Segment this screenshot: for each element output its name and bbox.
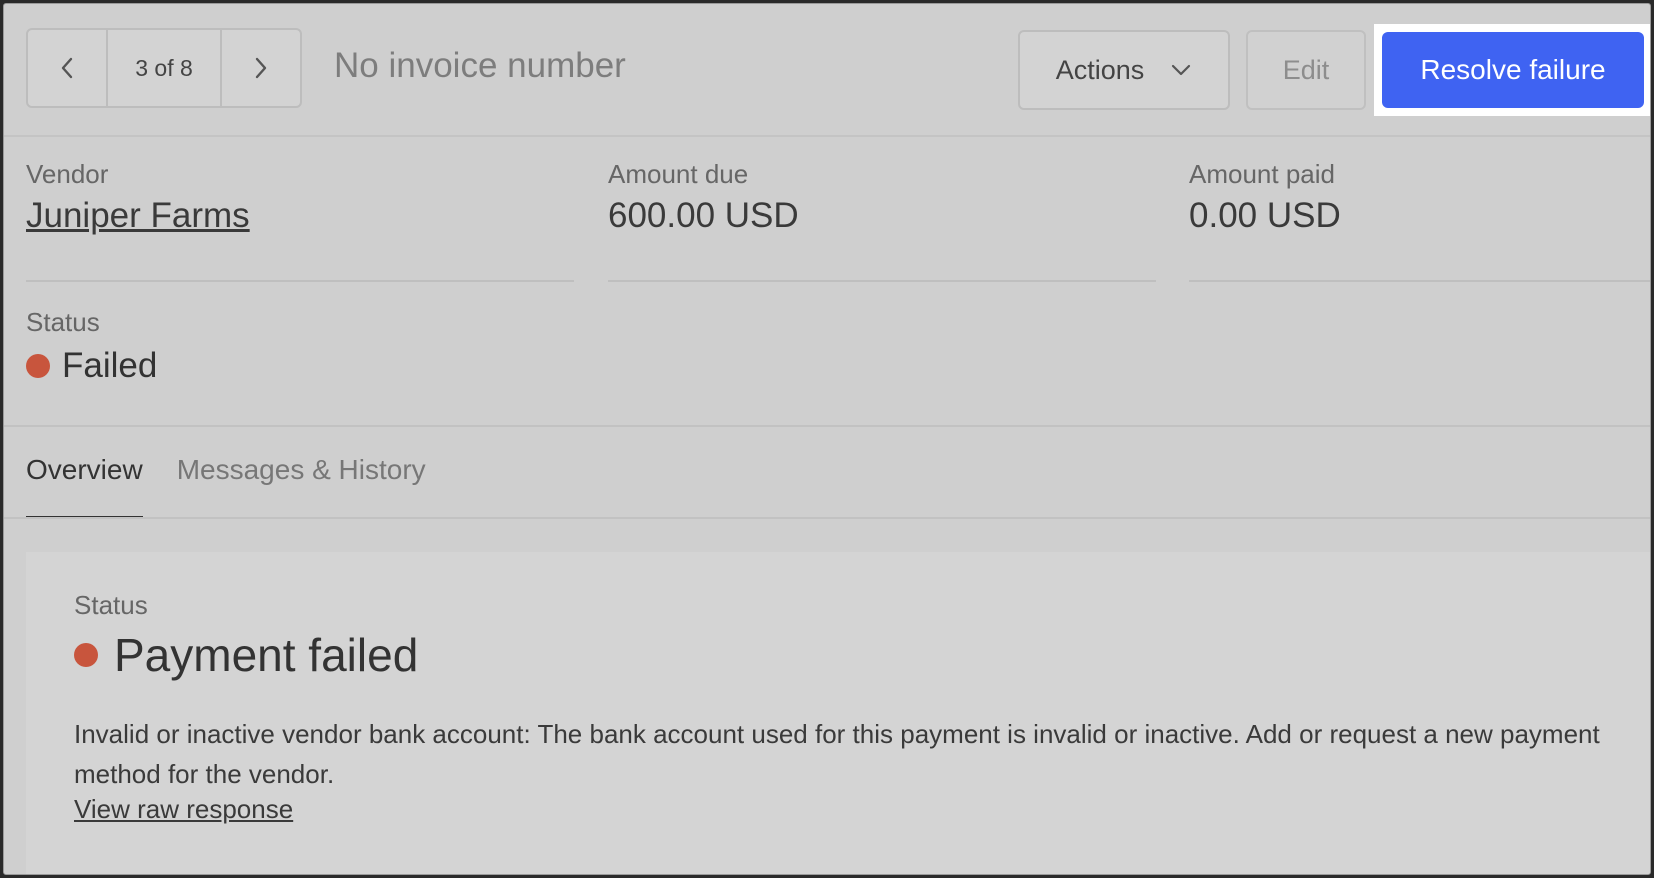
amount-due-value: 600.00 USD [608,196,799,235]
resolve-failure-button[interactable]: Resolve failure [1382,32,1644,108]
tab-messages-history[interactable]: Messages & History [177,454,426,519]
overview-status-label: Status [74,590,148,620]
status-badge: Failed [26,346,157,386]
vendor-link[interactable]: Juniper Farms [26,196,250,236]
divider [1189,280,1650,282]
chevron-right-icon [255,57,267,79]
status-field: Status Failed [26,307,157,386]
previous-button[interactable] [28,30,106,106]
tab-bar: Overview Messages & History [26,454,426,519]
chevron-down-icon [1172,64,1191,76]
status-label: Status [26,307,100,337]
amount-due-field: Amount due 600.00 USD [608,159,799,236]
view-raw-response-link[interactable]: View raw response [74,794,293,825]
divider [608,280,1156,282]
amount-paid-value: 0.00 USD [1189,196,1341,235]
tab-overview[interactable]: Overview [26,454,143,519]
status-dot-icon [74,643,98,667]
pagination-control: 3 of 8 [26,28,302,108]
actions-label: Actions [1055,54,1145,85]
payment-status-value: Payment failed [114,629,419,681]
pager-count: 3 of 8 [106,30,222,106]
divider [26,280,574,282]
edit-button[interactable]: Edit [1246,30,1366,110]
payment-status: Payment failed [74,628,418,682]
resolve-highlight: Resolve failure [1374,24,1650,116]
invoice-title: No invoice number [334,46,626,85]
tabs-divider [4,517,1650,519]
amount-paid-label: Amount paid [1189,159,1335,189]
actions-dropdown-button[interactable]: Actions [1018,30,1230,110]
status-dot-icon [26,354,50,378]
failure-description: Invalid or inactive vendor bank account:… [74,719,1600,789]
next-button[interactable] [222,30,300,106]
vendor-field: Vendor Juniper Farms [26,159,250,236]
amount-due-label: Amount due [608,159,749,189]
header-bar: 3 of 8 No invoice number Actions Edit Re… [4,4,1650,137]
payment-detail-window: 3 of 8 No invoice number Actions Edit Re… [3,3,1651,875]
vendor-label: Vendor [26,159,109,189]
section-divider [4,425,1650,427]
amount-paid-field: Amount paid 0.00 USD [1189,159,1341,236]
overview-panel: Status Payment failed Invalid or inactiv… [26,552,1650,874]
chevron-left-icon [61,57,73,79]
status-value: Failed [62,346,158,385]
